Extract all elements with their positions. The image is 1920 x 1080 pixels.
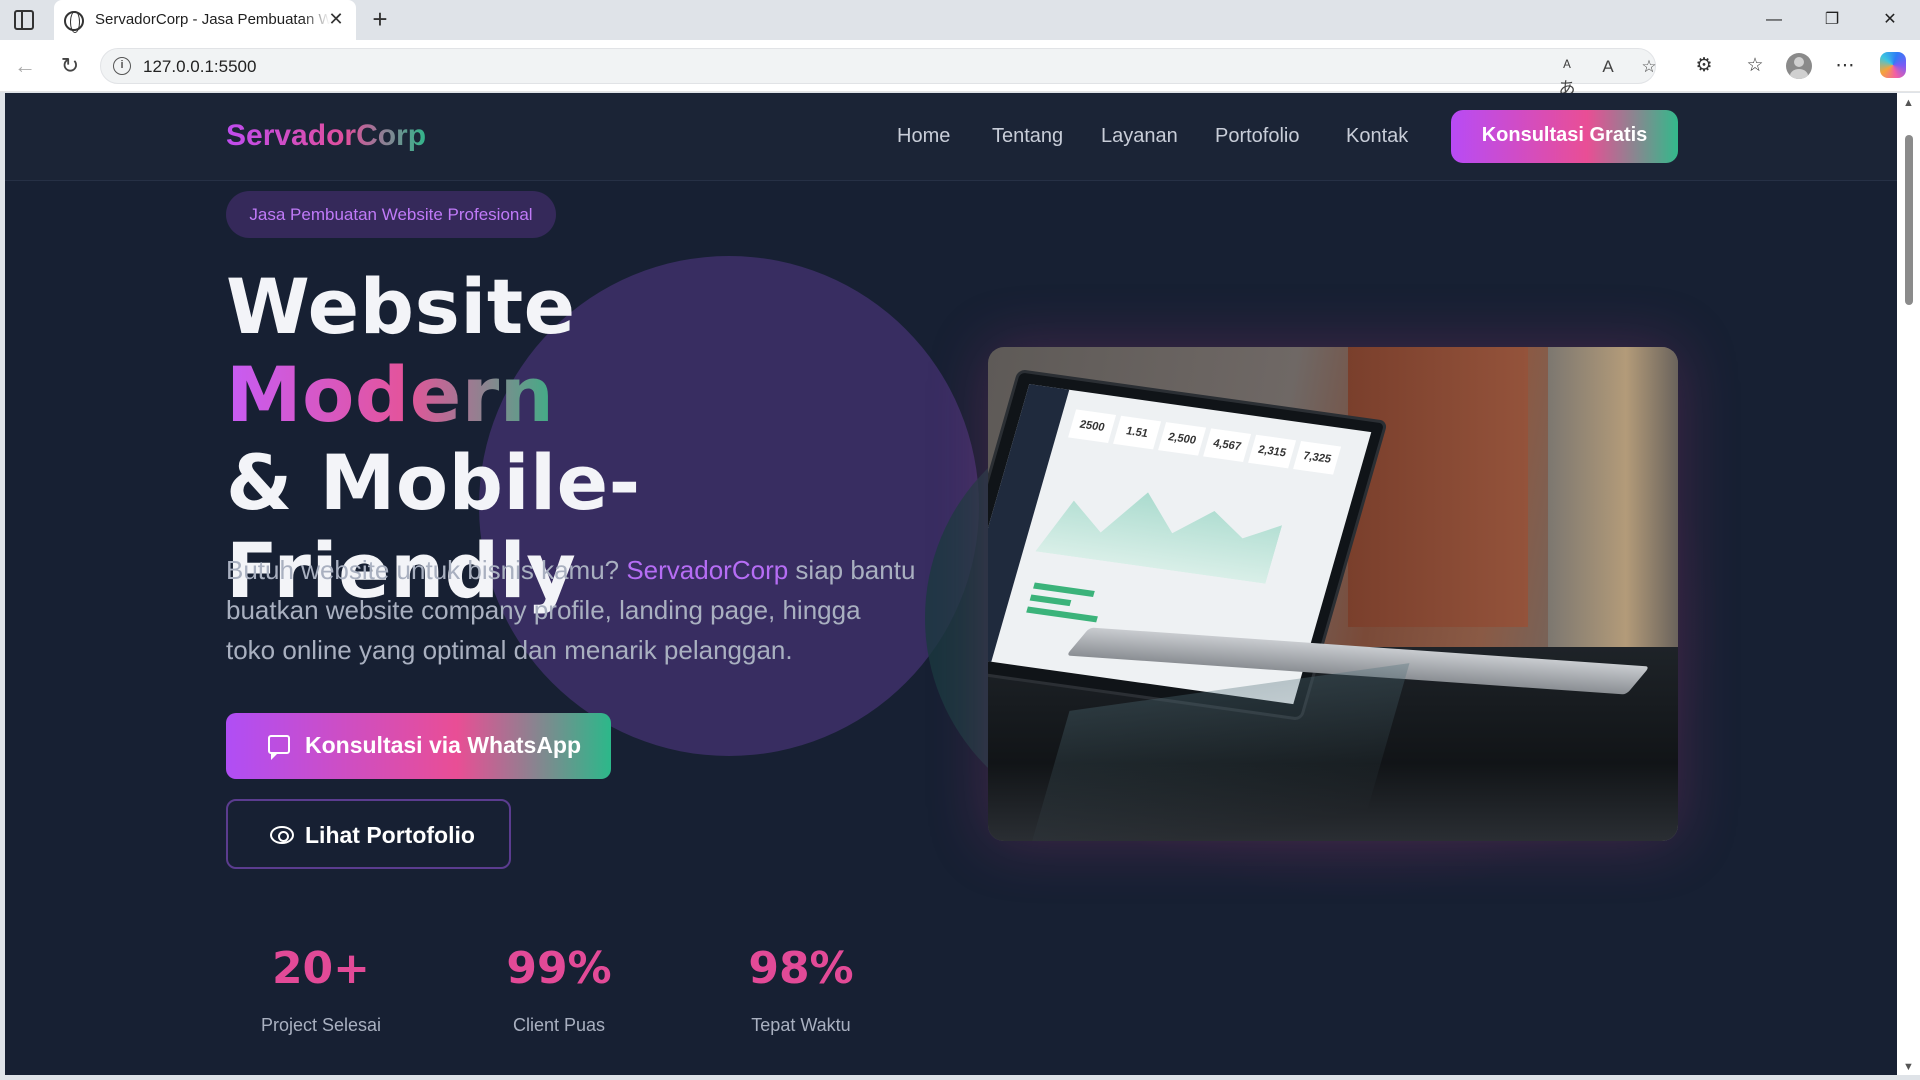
nav-link-layanan[interactable]: Layanan	[1101, 125, 1178, 148]
portfolio-button-label: Lihat Portofolio	[305, 822, 475, 848]
hero-title-part1: Website	[226, 262, 576, 351]
globe-icon	[64, 11, 84, 33]
favorites-icon[interactable]: ☆	[1742, 53, 1768, 79]
scroll-down-arrow-icon[interactable]: ▼	[1903, 1061, 1914, 1073]
extensions-icon[interactable]: ⚙	[1691, 53, 1717, 79]
stat-label-clients: Client Puas	[512, 1015, 606, 1035]
scrollbar-thumb[interactable]	[1905, 135, 1913, 305]
stat-label-projects: Project Selesai	[260, 1015, 382, 1035]
dashboard-stat: 4,567	[1203, 428, 1252, 463]
tab-title: ServadorCorp - Jasa Pembuatan Website	[95, 11, 330, 28]
nav-link-kontak[interactable]: Kontak	[1346, 125, 1408, 148]
dashboard-stat: 7,325	[1293, 441, 1342, 475]
whatsapp-consult-button[interactable]: Konsultasi via WhatsApp	[226, 713, 611, 779]
hero-desc-before: Butuh website untuk bisnis kamu?	[226, 555, 627, 585]
hero-description: Butuh website untuk bisnis kamu? Servado…	[226, 550, 916, 670]
nav-link-portofolio[interactable]: Portofolio	[1215, 125, 1300, 148]
dashboard-bar	[1026, 606, 1098, 623]
dashboard-stat: 1.51	[1113, 415, 1162, 450]
copilot-icon[interactable]	[1880, 52, 1906, 78]
hero-desc-brand: ServadorCorp	[626, 555, 789, 585]
site-header: ServadorCorp Home Tentang Layanan Portof…	[5, 93, 1897, 181]
stat-value-clients: 99%	[506, 943, 612, 994]
dashboard-bar	[1029, 594, 1072, 607]
dashboard-stat: 2500	[1068, 409, 1117, 444]
minimize-button[interactable]: —	[1752, 6, 1796, 34]
view-portfolio-button[interactable]: Lihat Portofolio	[226, 799, 511, 869]
dashboard-bar	[1033, 582, 1095, 597]
hero-title-highlight: Modern	[226, 350, 555, 439]
nav-link-tentang[interactable]: Tentang	[992, 125, 1063, 148]
eye-icon	[270, 826, 294, 844]
site-info-icon[interactable]: i	[113, 57, 131, 75]
stat-value-ontime: 98%	[748, 943, 854, 994]
laptop-dashboard-image: 2500 1.51 2,500 4,567 2,315 7,325	[988, 347, 1678, 841]
window-bottom-edge	[0, 1075, 1920, 1080]
url-text[interactable]: 127.0.0.1:5500	[143, 57, 256, 77]
url-field[interactable]: i 127.0.0.1:5500 ᴬあ A ☆	[100, 48, 1657, 98]
refresh-icon[interactable]: ↻	[57, 53, 83, 79]
back-arrow-icon[interactable]: ←	[12, 53, 38, 79]
read-aloud-icon[interactable]: A	[1597, 56, 1619, 78]
profile-avatar[interactable]	[1786, 53, 1812, 79]
dashboard-stat: 2,315	[1248, 434, 1297, 469]
browser-tab-bar: ServadorCorp - Jasa Pembuatan Website ✕ …	[0, 0, 1920, 40]
konsultasi-gratis-button[interactable]: Konsultasi Gratis	[1451, 110, 1678, 163]
more-menu-icon[interactable]: ⋯	[1832, 53, 1858, 79]
sidebar-toggle-icon[interactable]	[14, 10, 34, 30]
close-window-button[interactable]: ✕	[1868, 6, 1912, 34]
browser-tab[interactable]: ServadorCorp - Jasa Pembuatan Website ✕	[54, 0, 356, 40]
page-viewport: ServadorCorp Home Tentang Layanan Portof…	[5, 93, 1897, 1075]
new-tab-button[interactable]: +	[366, 6, 394, 34]
restore-button[interactable]: ❐	[1810, 6, 1854, 34]
hero-badge: Jasa Pembuatan Website Profesional	[226, 191, 556, 238]
nav-link-home[interactable]: Home	[897, 125, 950, 148]
site-logo[interactable]: ServadorCorp	[226, 119, 426, 153]
dashboard-area-chart	[1035, 461, 1291, 583]
image-door	[1348, 347, 1528, 627]
stat-value-projects: 20+	[271, 943, 371, 994]
scroll-up-arrow-icon[interactable]: ▲	[1903, 97, 1914, 109]
chat-bubble-icon	[268, 735, 290, 760]
whatsapp-button-label: Konsultasi via WhatsApp	[305, 732, 582, 758]
tab-close-icon[interactable]: ✕	[326, 9, 346, 29]
vertical-scrollbar[interactable]: ▲ ▼	[1897, 93, 1920, 1075]
translate-icon[interactable]: ᴬあ	[1556, 56, 1578, 98]
stat-label-ontime: Tepat Waktu	[751, 1015, 851, 1035]
address-bar: ← ↻ i 127.0.0.1:5500 ᴬあ A ☆ ⚙ ☆ ⋯	[0, 40, 1920, 98]
favorite-star-icon[interactable]: ☆	[1638, 56, 1660, 78]
dashboard-stat: 2,500	[1158, 422, 1207, 456]
image-shelf	[1548, 347, 1678, 667]
